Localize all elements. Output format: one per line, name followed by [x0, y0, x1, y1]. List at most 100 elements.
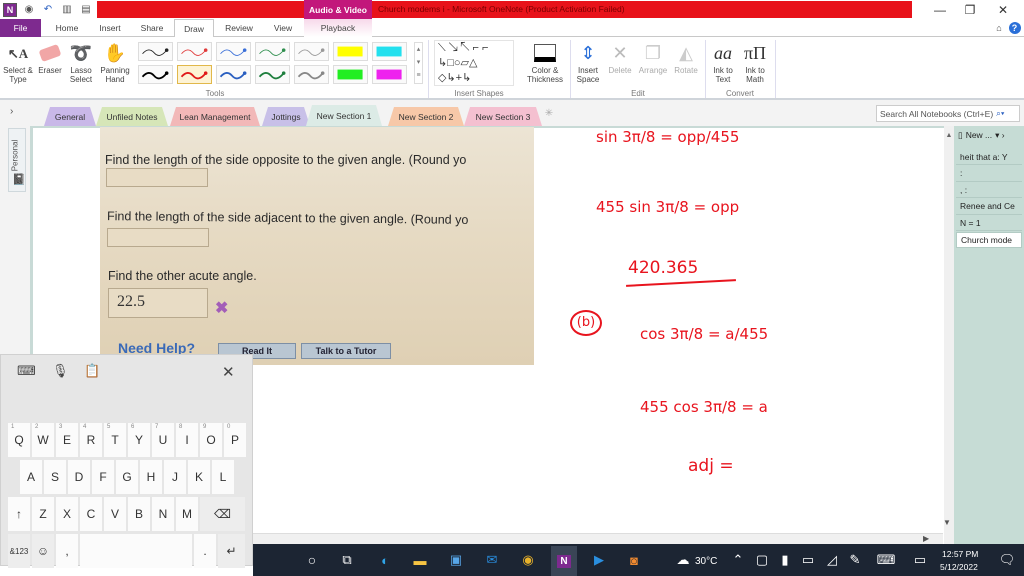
- clipboard-icon[interactable]: 📋: [84, 363, 100, 379]
- page-list-item[interactable]: Church mode: [956, 231, 1022, 248]
- microphone-icon[interactable]: 🎙: [52, 363, 69, 379]
- show-hidden-icons[interactable]: ⌃: [728, 550, 748, 570]
- section-tab[interactable]: New Section 1: [306, 105, 382, 126]
- app-icon[interactable]: ◙: [624, 550, 644, 570]
- back-icon[interactable]: ◉: [22, 3, 36, 17]
- pen-swatch[interactable]: [255, 65, 290, 84]
- pen-swatch[interactable]: [177, 65, 212, 84]
- store-icon[interactable]: ▣: [446, 550, 466, 570]
- page-list-scrollbar[interactable]: ▲: [944, 126, 954, 544]
- pen-swatch[interactable]: [255, 42, 290, 61]
- ink-line-adj-equation[interactable]: 455 cos 3π/8 = a: [640, 398, 768, 416]
- minimize-button[interactable]: —: [925, 2, 955, 18]
- eraser-button[interactable]: Eraser: [36, 40, 64, 75]
- battery-icon[interactable]: ▭: [798, 550, 818, 570]
- ink-line-cos-ratio[interactable]: cos 3π/8 = a/455: [640, 325, 768, 343]
- notebook-tab-personal[interactable]: Personal 📓: [8, 128, 26, 192]
- collapse-ribbon-icon[interactable]: ⌂: [992, 19, 1006, 37]
- pen-gallery-scroll[interactable]: ▴ ▾ ≡: [414, 42, 423, 84]
- key[interactable]: B: [128, 497, 150, 531]
- weather-temperature[interactable]: 30°C: [695, 556, 717, 567]
- key[interactable]: F: [92, 460, 114, 494]
- section-tab[interactable]: New Section 2: [388, 107, 464, 126]
- scroll-up-icon[interactable]: ▲: [944, 132, 954, 139]
- key[interactable]: 0P: [224, 423, 246, 457]
- new-page-dropdown-icon[interactable]: ▾ ›: [995, 130, 1004, 141]
- scroll-right-icon[interactable]: ▶: [923, 534, 929, 543]
- section-tab[interactable]: General: [44, 107, 96, 126]
- media-player-icon[interactable]: ▶: [589, 550, 609, 570]
- help-icon[interactable]: ?: [1008, 19, 1021, 37]
- keyboard-settings-icon[interactable]: ⌨: [17, 363, 36, 379]
- highlighter-swatch[interactable]: [372, 42, 407, 61]
- expand-navigation-icon[interactable]: ›: [10, 106, 13, 117]
- emoji-key[interactable]: ☺: [32, 534, 54, 568]
- highlighter-swatch[interactable]: [333, 42, 368, 61]
- key[interactable]: C: [80, 497, 102, 531]
- tab-playback[interactable]: Playback: [304, 19, 372, 37]
- key[interactable]: H: [140, 460, 162, 494]
- section-tab[interactable]: Lean Management: [170, 107, 260, 126]
- ink-line-opp-result[interactable]: 420.365: [628, 258, 698, 278]
- key[interactable]: M: [176, 497, 198, 531]
- enter-key[interactable]: ↵: [218, 534, 245, 568]
- close-button[interactable]: ✕: [988, 2, 1018, 18]
- mail-icon[interactable]: ✉: [482, 550, 502, 570]
- tab-file[interactable]: File: [0, 19, 41, 37]
- space-key[interactable]: [80, 534, 192, 568]
- page-list-item[interactable]: , :: [956, 182, 1022, 198]
- pen-swatch[interactable]: [216, 42, 251, 61]
- pen-swatch[interactable]: [216, 65, 251, 84]
- tab-home[interactable]: Home: [48, 19, 86, 37]
- pen-swatch[interactable]: [138, 42, 173, 61]
- pen-swatch[interactable]: [138, 65, 173, 84]
- key[interactable]: L: [212, 460, 234, 494]
- key[interactable]: X: [56, 497, 78, 531]
- undo-icon[interactable]: ↶: [41, 3, 55, 17]
- ink-to-text-button[interactable]: aa Ink to Text: [708, 40, 738, 85]
- search-input[interactable]: Search All Notebooks (Ctrl+E) ⌕▾: [876, 105, 1020, 122]
- meet-now-icon[interactable]: ▢: [752, 550, 772, 570]
- cortana-search-icon[interactable]: ○: [302, 550, 322, 570]
- microphone-tray-icon[interactable]: ▮: [775, 550, 795, 570]
- page-list-item[interactable]: heit that a: Y: [956, 149, 1022, 165]
- pen-swatch[interactable]: [294, 42, 329, 61]
- lasso-select-button[interactable]: ➰ Lasso Select: [67, 40, 95, 85]
- highlighter-swatch[interactable]: [372, 65, 407, 84]
- tab-view[interactable]: View: [265, 19, 301, 37]
- ink-line-adj-result[interactable]: adj =: [688, 456, 734, 476]
- touchpad-icon[interactable]: ▭: [910, 550, 930, 570]
- section-tab[interactable]: Unfiled Notes: [96, 107, 168, 126]
- section-tab[interactable]: Jottings: [262, 107, 310, 126]
- notifications-icon[interactable]: 🗨: [997, 550, 1017, 570]
- clock-date[interactable]: 5/12/2022: [940, 562, 978, 572]
- tab-share[interactable]: Share: [134, 19, 170, 37]
- wifi-icon[interactable]: ◿: [822, 550, 842, 570]
- backspace-key[interactable]: ⌫: [200, 497, 245, 531]
- task-view-icon[interactable]: ⧉: [337, 550, 357, 570]
- chrome-icon[interactable]: ◉: [518, 550, 538, 570]
- key[interactable]: 6Y: [128, 423, 150, 457]
- scroll-down-icon[interactable]: ▼: [943, 518, 951, 527]
- key[interactable]: 3E: [56, 423, 78, 457]
- file-explorer-icon[interactable]: ▬: [410, 550, 430, 570]
- ink-to-math-button[interactable]: πΠ Ink to Math: [740, 40, 770, 85]
- key[interactable]: V: [104, 497, 126, 531]
- delete-button[interactable]: ✕ Delete: [605, 40, 635, 76]
- key[interactable]: D: [68, 460, 90, 494]
- page-list-item[interactable]: N = 1: [956, 215, 1022, 231]
- symbols-key[interactable]: &123: [8, 534, 30, 568]
- highlighter-swatch[interactable]: [333, 65, 368, 84]
- page-list-item[interactable]: Renee and Ce: [956, 199, 1022, 215]
- ink-line-sin-ratio[interactable]: sin 3π/8 = opp/455: [596, 128, 739, 146]
- ink-part-label[interactable]: (b): [570, 310, 602, 336]
- color-thickness-button[interactable]: Color & Thickness: [524, 40, 566, 84]
- dock-icon[interactable]: ▥: [60, 3, 74, 17]
- tab-review[interactable]: Review: [219, 19, 259, 37]
- arrange-button[interactable]: ❐ Arrange: [636, 40, 670, 76]
- key[interactable]: 2W: [32, 423, 54, 457]
- full-page-view-icon[interactable]: ▤: [79, 3, 93, 17]
- key[interactable]: G: [116, 460, 138, 494]
- restore-button[interactable]: ❐: [955, 2, 985, 18]
- key[interactable]: 5T: [104, 423, 126, 457]
